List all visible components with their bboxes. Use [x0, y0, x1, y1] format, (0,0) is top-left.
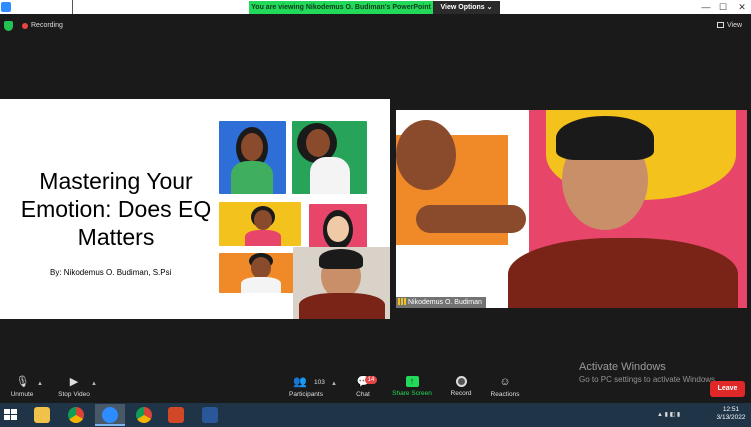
system-tray-icons[interactable]: ▲ ▮ ◧ ▮ [657, 411, 680, 418]
title-bar: You are viewing Nikodemus O. Budiman's P… [0, 0, 751, 14]
view-button[interactable]: View [717, 20, 747, 32]
taskbar-word[interactable] [195, 404, 225, 426]
zoom-icon [102, 407, 118, 423]
stop-video-label: Stop Video [58, 391, 90, 398]
zoom-meeting-window: You are viewing Nikodemus O. Budiman's P… [0, 0, 751, 427]
taskbar-chrome-profile[interactable] [129, 404, 159, 426]
maximize-button[interactable]: ☐ [714, 0, 732, 14]
unmute-label: Unmute [10, 391, 34, 398]
title-bar-divider [72, 0, 73, 14]
clock-date: 3/13/2022 [716, 414, 746, 421]
recording-label[interactable]: Recording [31, 21, 63, 31]
view-options-button[interactable]: View Options ⌄ [433, 1, 500, 14]
muted-microphone-icon: 🎙 [15, 376, 30, 388]
reactions-button[interactable]: ☺ Reactions [488, 376, 522, 398]
share-screen-label: Share Screen [392, 390, 432, 397]
illustration-man-orange [219, 253, 303, 293]
presenter-thumbnail-video [293, 247, 390, 319]
participants-count: 103 [314, 379, 325, 386]
slide-title-line: Emotion: Does EQ [20, 196, 212, 222]
smiley-plus-icon: ☺ [499, 376, 511, 388]
slide-title-line: Mastering Your [39, 168, 193, 194]
activate-windows-title: Activate Windows [579, 361, 666, 373]
windows-start-icon[interactable] [4, 409, 17, 421]
participants-icon: 👥 [293, 376, 307, 388]
speaker-name: Nikodemus O. Budiman [408, 299, 482, 306]
stop-video-button[interactable]: ▶ Stop Video [52, 376, 96, 398]
speaker-video: Nikodemus O. Budiman [396, 110, 747, 308]
signal-strength-icon [398, 298, 406, 305]
illustration-woman-blue [219, 121, 286, 194]
record-button[interactable]: Record [447, 376, 475, 397]
illustration-woman-yellow [219, 202, 301, 246]
speaker-name-tag: Nikodemus O. Budiman [396, 297, 486, 308]
video-options-chevron-icon[interactable]: ▲ [91, 381, 97, 387]
grid-view-icon [717, 22, 724, 28]
slide-title: Mastering Your Emotion: Does EQ Matters [0, 167, 232, 251]
shared-slide: Mastering Your Emotion: Does EQ Matters … [0, 99, 390, 319]
taskbar-clock[interactable]: 12:51 3/13/2022 [714, 406, 748, 422]
share-screen-button[interactable]: ↑ Share Screen [390, 376, 434, 397]
minimize-button[interactable]: — [697, 0, 715, 14]
encryption-shield-icon[interactable] [4, 21, 13, 31]
leave-button[interactable]: Leave [710, 381, 745, 397]
record-label: Record [450, 390, 472, 397]
chat-label: Chat [356, 391, 370, 398]
windows-taskbar: ▲ ▮ ◧ ▮ [0, 403, 751, 427]
participants-options-chevron-icon[interactable]: ▲ [331, 381, 337, 387]
activate-windows-subtitle: Go to PC settings to activate Windows. [579, 375, 718, 384]
viewing-banner: You are viewing Nikodemus O. Budiman's P… [249, 1, 433, 14]
view-button-label: View [727, 22, 743, 29]
taskbar-file-explorer[interactable] [27, 404, 57, 426]
participants-label: Participants [289, 391, 323, 398]
close-button[interactable]: ✕ [733, 0, 751, 14]
chrome-profile-icon [136, 407, 152, 423]
taskbar-powerpoint[interactable] [161, 404, 191, 426]
folder-icon [34, 407, 50, 423]
clock-time: 12:51 [722, 406, 740, 413]
slide-title-line: Matters [77, 224, 155, 250]
unmute-button[interactable]: 🎙 Unmute [6, 376, 38, 398]
zoom-logo-icon [1, 2, 11, 12]
audio-options-chevron-icon[interactable]: ▲ [37, 381, 43, 387]
video-camera-icon: ▶ [69, 376, 79, 388]
powerpoint-icon [168, 407, 184, 423]
share-screen-arrow-icon: ↑ [405, 376, 419, 387]
chat-unread-badge: 14 [365, 376, 377, 384]
record-icon [455, 376, 467, 387]
word-icon [202, 407, 218, 423]
recording-dot-icon [22, 23, 28, 29]
illustration-woman-green [292, 121, 367, 194]
taskbar-chrome[interactable] [61, 404, 91, 426]
chrome-icon [68, 407, 84, 423]
taskbar-zoom[interactable] [95, 404, 125, 426]
reactions-label: Reactions [490, 391, 520, 398]
slide-byline: By: Nikodemus O. Budiman, S.Psi [50, 268, 172, 277]
